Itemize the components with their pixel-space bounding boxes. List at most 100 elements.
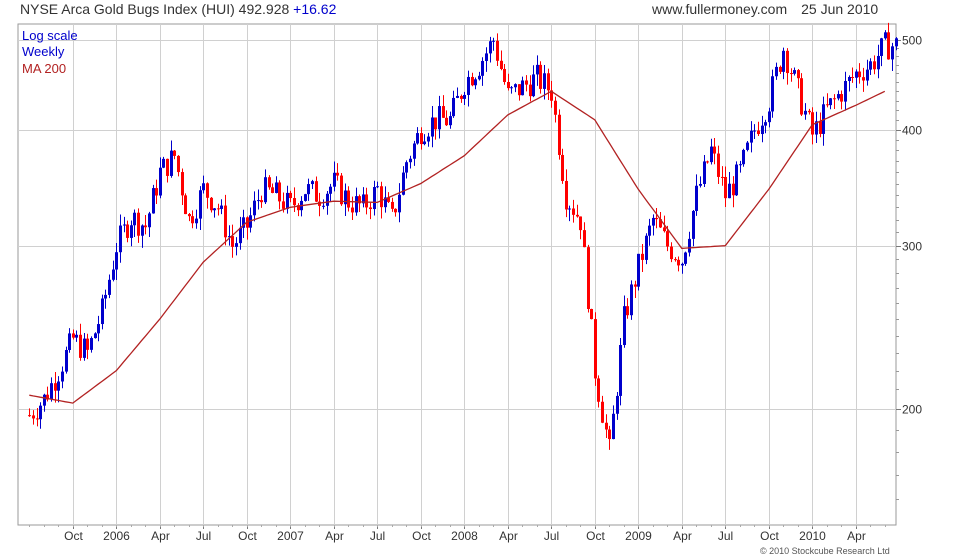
candle-body — [195, 218, 198, 224]
candle-body — [61, 371, 64, 382]
candle-body — [32, 415, 35, 419]
candle-body — [554, 100, 557, 115]
candle-body — [481, 60, 484, 76]
candle-body — [108, 279, 111, 295]
candle-up — [742, 148, 745, 167]
candle-body — [340, 175, 343, 205]
candle-body — [452, 97, 455, 117]
candle-body — [873, 61, 876, 70]
candle-body — [119, 225, 122, 253]
candle-body — [427, 136, 430, 142]
candle-body — [721, 176, 724, 178]
candle-body — [365, 194, 368, 208]
candle-body — [848, 77, 851, 82]
candle-body — [561, 154, 564, 181]
candle-down — [210, 196, 213, 213]
candle-body — [28, 415, 31, 417]
candle-body — [663, 227, 666, 232]
y-tick-label: 300 — [902, 240, 922, 254]
candle-body — [260, 200, 263, 203]
candle-body — [213, 208, 216, 211]
candle-body — [159, 167, 162, 196]
x-tick-label: Apr — [325, 529, 344, 543]
candle-body — [79, 334, 82, 358]
candle-body — [304, 194, 307, 201]
candle-body — [155, 188, 158, 196]
candle-body — [674, 259, 677, 261]
candle-body — [829, 98, 832, 106]
candle-body — [866, 69, 869, 81]
candle-body — [322, 205, 325, 207]
x-tick-label: Jul — [196, 529, 211, 543]
candle-body — [268, 177, 271, 188]
candle-body — [467, 76, 470, 95]
candle-body — [282, 201, 285, 209]
candle-body — [605, 422, 608, 430]
copyright-notice: © 2010 Stockcube Research Ltd — [760, 546, 890, 556]
candle-body — [884, 32, 887, 39]
candle-body — [724, 176, 727, 199]
x-tick-label: Apr — [151, 529, 170, 543]
candle-body — [130, 225, 133, 238]
candle-body — [583, 230, 586, 248]
candle-body — [525, 80, 528, 85]
candle-body — [152, 188, 155, 214]
candle-body — [688, 238, 691, 253]
candle-body — [837, 94, 840, 99]
candle-body — [808, 110, 811, 113]
candle-body — [514, 84, 517, 88]
candle-up — [645, 233, 648, 265]
candle-body — [123, 224, 126, 226]
candle-body — [420, 133, 423, 145]
candle-body — [311, 181, 314, 185]
candle-body — [148, 213, 151, 228]
candle-body — [162, 158, 165, 168]
candle-body — [858, 71, 861, 78]
candle-body — [181, 172, 184, 196]
candle-body — [739, 164, 742, 166]
candle-body — [539, 64, 542, 89]
candle-body — [800, 78, 803, 115]
candle-down — [184, 193, 187, 215]
candle-body — [558, 114, 561, 155]
candle-body — [626, 306, 629, 316]
candle-body — [757, 130, 760, 135]
candle-body — [416, 133, 419, 144]
candle-body — [83, 338, 86, 358]
plot-area — [17, 23, 897, 526]
candle-body — [43, 394, 46, 406]
candle-body — [231, 236, 234, 247]
candle-body — [699, 183, 702, 186]
candle-body — [630, 284, 633, 316]
candle-body — [210, 197, 213, 211]
candle-body — [819, 121, 822, 134]
candle-body — [307, 184, 310, 195]
candle-body — [86, 338, 89, 350]
candle-body — [695, 185, 698, 211]
candle-body — [413, 143, 416, 159]
candle-body — [576, 214, 579, 217]
legend-ma: MA 200 — [22, 61, 67, 76]
candle-body — [39, 405, 42, 420]
candle-body — [206, 183, 209, 198]
candle-body — [623, 306, 626, 346]
candle-body — [713, 146, 716, 154]
candle-body — [746, 142, 749, 150]
candle-body — [264, 177, 267, 203]
candle-body — [471, 76, 474, 86]
candle-body — [431, 117, 434, 137]
candle-body — [57, 381, 60, 391]
legend-scale: Log scale — [22, 28, 78, 43]
candle-up — [65, 346, 68, 374]
candle-body — [648, 225, 651, 236]
candle-body — [65, 349, 68, 372]
candle-body — [373, 187, 376, 210]
candle-body — [137, 212, 140, 236]
candle-body — [587, 247, 590, 309]
candle-body — [177, 155, 180, 173]
candle-body — [115, 252, 118, 270]
candle-body — [891, 46, 894, 60]
candle-body — [496, 40, 499, 61]
candle-body — [355, 196, 358, 213]
candle-body — [293, 198, 296, 206]
